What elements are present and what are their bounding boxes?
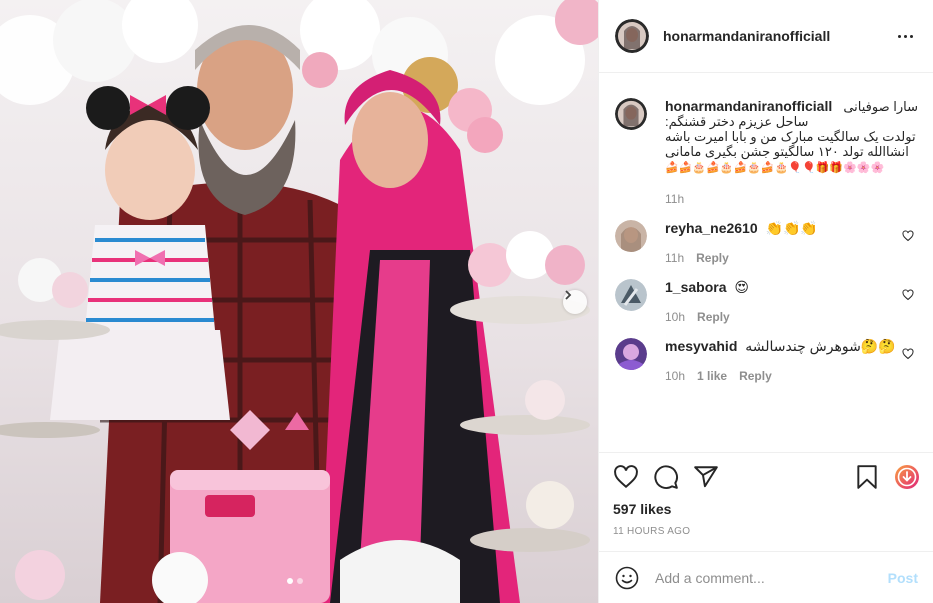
comments-section: honarmandaniranofficiall سارا صوفیانی سا… — [599, 74, 933, 444]
more-options-icon[interactable] — [893, 34, 917, 38]
reply-button[interactable]: Reply — [697, 310, 730, 324]
like-comment-heart-icon[interactable] — [902, 348, 914, 360]
avatar-image — [615, 279, 647, 311]
caption-line: سارا صوفیانی — [843, 99, 918, 114]
carousel-dot-active — [287, 578, 293, 584]
comment-body: reyha_ne2610 👏👏👏 11h Reply — [665, 220, 918, 265]
post-timestamp: 11 HOURS AGO — [613, 526, 691, 537]
caption-body: honarmandaniranofficiall سارا صوفیانی سا… — [665, 98, 918, 206]
comment-like-count[interactable]: 1 like — [697, 369, 727, 383]
comment-meta: 10h Reply — [665, 310, 918, 324]
like-comment-heart-icon[interactable] — [902, 230, 914, 242]
avatar-image — [615, 98, 647, 130]
caption-username[interactable]: honarmandaniranofficiall — [665, 98, 832, 114]
comment-text: 😍 — [734, 279, 749, 295]
caption-line: انشاالله تولد ۱۲۰ سالگیتو جشن بگیری ماما… — [665, 144, 909, 159]
bookmark-icon[interactable] — [854, 464, 880, 490]
post-photo[interactable] — [0, 0, 598, 603]
comment-time[interactable]: 11h — [665, 251, 684, 265]
download-extension-icon[interactable] — [894, 464, 920, 490]
emoji-icon[interactable] — [615, 566, 639, 590]
post-header: honarmandaniranofficiall — [599, 0, 933, 73]
dot — [909, 34, 913, 38]
commenter-avatar[interactable] — [615, 220, 647, 252]
comment-icon[interactable] — [653, 464, 679, 490]
comment-meta: 11h Reply — [665, 251, 918, 265]
comment-meta: 10h 1 like Reply — [665, 369, 918, 383]
comment-time[interactable]: 10h — [665, 369, 685, 383]
avatar-image — [615, 220, 647, 252]
caption-time: 11h — [665, 192, 685, 206]
comment-item: mesyvahid شوهرش چندسالشه🤔🤔 10h 1 like Re… — [615, 338, 918, 383]
reply-button[interactable]: Reply — [739, 369, 772, 383]
caption-avatar[interactable] — [615, 98, 647, 130]
dot — [897, 34, 901, 38]
heart-icon[interactable] — [613, 464, 639, 490]
author-avatar[interactable] — [615, 19, 649, 53]
comment-username[interactable]: mesyvahid — [665, 338, 737, 354]
comment-text-line: reyha_ne2610 👏👏👏 — [665, 220, 918, 237]
comment-text: 👏👏👏 — [765, 220, 818, 236]
post-actions: 597 likes 11 HOURS AGO — [599, 452, 933, 537]
reply-button[interactable]: Reply — [696, 251, 729, 265]
post-detail-panel: honarmandaniranofficiall honarmandaniran… — [598, 0, 933, 603]
commenter-avatar[interactable] — [615, 338, 647, 370]
photo-illustration — [0, 0, 598, 603]
caption-line: تولدت یک سالگیت مبارک من و بابا امیرت با… — [665, 129, 916, 144]
caption-emoji-line: 🍰🍰🎂🍰🎂🍰🎂🍰🎂🎈🎈🎁🎁🌸🌸🌸 — [665, 162, 885, 174]
share-icon[interactable] — [693, 464, 719, 490]
caption-line: ساحل عزیزم دختر قشنگم: — [665, 114, 809, 129]
caption: honarmandaniranofficiall سارا صوفیانی سا… — [615, 98, 918, 206]
comment-text-line: 1_sabora 😍 — [665, 279, 918, 296]
comment-username[interactable]: 1_sabora — [665, 279, 726, 295]
comment-text: شوهرش چندسالشه🤔🤔 — [745, 338, 896, 354]
like-count[interactable]: 597 likes — [613, 501, 920, 517]
comment-time[interactable]: 10h — [665, 310, 685, 324]
commenter-avatar[interactable] — [615, 279, 647, 311]
comment-item: 1_sabora 😍 10h Reply — [615, 279, 918, 324]
chevron-right-icon — [565, 290, 572, 300]
carousel-next-button[interactable] — [563, 290, 587, 314]
comment-username[interactable]: reyha_ne2610 — [665, 220, 758, 236]
post-comment-button[interactable]: Post — [888, 570, 918, 586]
dot — [903, 34, 907, 38]
comment-input[interactable]: Add a comment... — [655, 570, 888, 586]
carousel-indicator — [287, 578, 303, 584]
comment-body: mesyvahid شوهرش چندسالشه🤔🤔 10h 1 like Re… — [665, 338, 918, 383]
comment-body: 1_sabora 😍 10h Reply — [665, 279, 918, 324]
carousel-dot — [297, 578, 303, 584]
add-comment-bar: Add a comment... Post — [599, 551, 933, 603]
comment-text-line: mesyvahid شوهرش چندسالشه🤔🤔 — [665, 338, 918, 355]
avatar-image — [615, 338, 647, 370]
action-icons — [613, 463, 920, 491]
like-comment-heart-icon[interactable] — [902, 289, 914, 301]
author-username[interactable]: honarmandaniranofficiall — [663, 28, 893, 44]
avatar-image — [615, 19, 649, 53]
comment-item: reyha_ne2610 👏👏👏 11h Reply — [615, 220, 918, 265]
